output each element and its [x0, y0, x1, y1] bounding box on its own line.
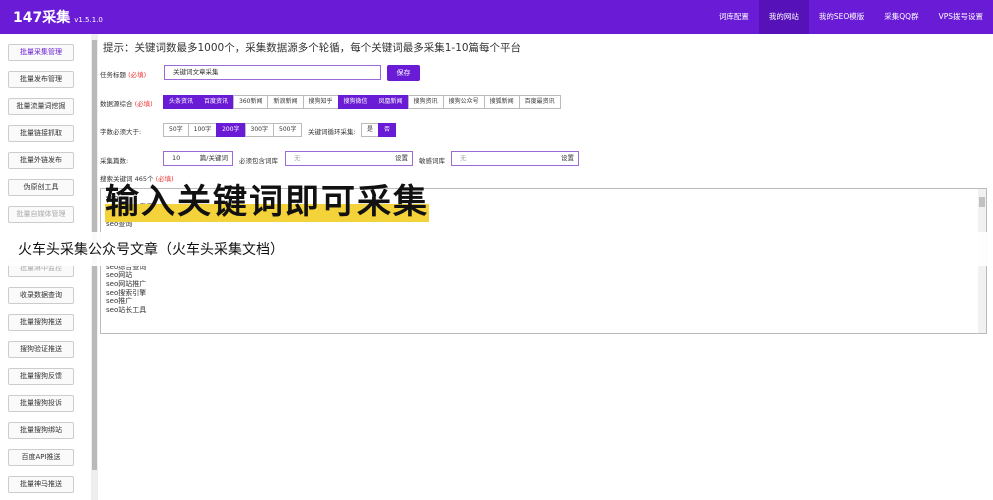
source-label: 数据源综合 (必填) — [100, 98, 153, 108]
keyword-line: seo网站 — [106, 271, 133, 280]
sidebar-item-shenma-push[interactable]: 批量神马推送 — [8, 476, 74, 493]
nav-my-sites[interactable]: 我的网站 — [758, 0, 809, 34]
must-include-set-button[interactable]: 设置 — [395, 152, 408, 165]
keyword-line: seo搜索引擎 — [106, 288, 147, 297]
source-label-text: 数据源综合 — [100, 100, 133, 108]
tip-text: 提示：关键词数最多1000个，采集数据源多个轮循，每个关键词最多采集1-10篇每… — [103, 42, 522, 54]
task-title-input[interactable]: 关键词文章采集 — [164, 65, 381, 80]
must-include-label: 必须包含词库 — [239, 157, 278, 165]
sidebar-item-sogou-verify-push[interactable]: 搜狗验证推送 — [8, 341, 74, 358]
keyword-loop-label: 关键词循环采集: — [308, 128, 356, 136]
nav-seo-templates[interactable]: 我的SEO模版 — [809, 0, 874, 34]
sidebar-item-backlink-publish[interactable]: 批量外链发布 — [8, 152, 74, 169]
sidebar-item-link-fetch[interactable]: 批量链接抓取 — [8, 125, 74, 142]
word-count-chip[interactable]: 300字 — [244, 123, 274, 137]
count-input[interactable]: 10 篇/关键词 — [163, 151, 233, 166]
required-mark: (必填) — [134, 100, 153, 108]
sidebar-item-index-query[interactable]: 收录数据查询 — [8, 287, 74, 304]
keyword-loop-chip[interactable]: 否 — [378, 123, 397, 137]
word-count-chip[interactable]: 50字 — [163, 123, 189, 137]
count-label: 采集篇数: — [100, 157, 129, 165]
sidebar: 批量采集管理 批量发布管理 批量流量词挖掘 批量链接抓取 批量外链发布 伪原创工… — [0, 34, 90, 500]
brand-logo: 147采集 v1.5.1.0 — [13, 7, 103, 27]
must-include-placeholder: 无 — [294, 154, 301, 162]
task-title-label-text: 任务标题 — [100, 71, 126, 79]
nav-vps-settings[interactable]: VPS拨号设置 — [929, 0, 993, 34]
source-chip[interactable]: 搜狐新闻 — [483, 95, 520, 109]
sidebar-item-publish-manage[interactable]: 批量发布管理 — [8, 71, 74, 88]
promo-banner-text: 输入关键词即可采集 — [105, 182, 429, 222]
brand-name: 147采集 — [13, 10, 71, 26]
word-count-chip[interactable]: 100字 — [187, 123, 218, 137]
save-button[interactable]: 保存 — [387, 65, 420, 81]
sidebar-item-baidu-api-push[interactable]: 百度API推送 — [8, 449, 74, 466]
top-nav: 词库配置 我的网站 我的SEO模版 采集QQ群 VPS拨号设置 — [709, 0, 993, 34]
caption-text: 火车头采集公众号文章（火车头采集文档） — [18, 242, 284, 258]
brand-version: v1.5.1.0 — [74, 16, 103, 24]
sidebar-item-sogou-push[interactable]: 批量搜狗推送 — [8, 314, 74, 331]
keyword-line: seo网站推广 — [106, 279, 147, 288]
sensitive-placeholder: 无 — [460, 154, 467, 162]
task-title-label: 任务标题 (必填) — [100, 69, 146, 79]
sensitive-set-button[interactable]: 设置 — [561, 152, 574, 165]
sidebar-item-pseudo-original[interactable]: 伪原创工具 — [8, 179, 74, 196]
keyword-line: seo推广 — [106, 297, 133, 306]
required-mark: (必填) — [128, 71, 147, 79]
top-bar: 147采集 v1.5.1.0 词库配置 我的网站 我的SEO模版 采集QQ群 V… — [0, 0, 993, 34]
must-include-input[interactable]: 无 设置 — [285, 151, 413, 166]
count-value: 10 — [172, 154, 181, 162]
source-chip[interactable]: 凤凰新闻 — [372, 95, 409, 109]
word-count-chip[interactable]: 200字 — [216, 123, 246, 137]
nav-lexicon-config[interactable]: 词库配置 — [709, 0, 759, 34]
source-chip[interactable]: 新浪新闻 — [267, 95, 304, 109]
count-unit: 篇/关键词 — [199, 154, 228, 162]
textarea-scroll-thumb[interactable] — [979, 197, 985, 207]
source-chip[interactable]: 搜狗微信 — [337, 95, 374, 109]
keyword-line: seo站长工具 — [106, 305, 147, 314]
sidebar-item-sogou-complaint[interactable]: 批量搜狗投诉 — [8, 395, 74, 412]
page-scrollbar[interactable] — [91, 34, 98, 500]
word-count-chip[interactable]: 500字 — [273, 123, 303, 137]
promo-banner: 输入关键词即可采集 — [105, 174, 429, 223]
sidebar-item-media-manage[interactable]: 批量自媒体管理 — [8, 206, 74, 223]
keyword-loop-chips: 是否 — [361, 123, 397, 137]
word-count-chips: 50字 100字 200字 300字 500字 — [163, 123, 303, 137]
source-chips: 头条资讯 百度资讯 360新闻 新浪新闻 搜狗知乎 搜狗微信 凤凰新闻 搜狗资讯 搜狗公众号 搜狐… — [163, 95, 561, 109]
sidebar-item-traffic-words[interactable]: 批量流量词挖掘 — [8, 98, 74, 115]
sidebar-item-sogou-bind[interactable]: 批量搜狗绑站 — [8, 422, 74, 439]
sensitive-input[interactable]: 无 设置 — [451, 151, 579, 166]
source-chip[interactable]: 搜狗公众号 — [442, 95, 485, 109]
caption-overlay: 火车头采集公众号文章（火车头采集文档） — [0, 232, 993, 266]
word-count-label: 字数必须大于: — [100, 128, 142, 136]
source-chip[interactable]: 头条资讯 — [163, 95, 200, 109]
source-chip[interactable]: 搜狗资讯 — [407, 95, 444, 109]
source-chip[interactable]: 百度最资讯 — [518, 95, 561, 109]
source-chip[interactable]: 360新闻 — [233, 95, 269, 109]
sidebar-item-sogou-feedback[interactable]: 批量搜狗反馈 — [8, 368, 74, 385]
source-chip[interactable]: 百度资讯 — [198, 95, 235, 109]
source-chip[interactable]: 搜狗知乎 — [302, 95, 339, 109]
sensitive-label: 敏感词库 — [419, 157, 445, 165]
main-panel: 提示：关键词数最多1000个，采集数据源多个轮循，每个关键词最多采集1-10篇每… — [100, 34, 993, 500]
sidebar-item-collect-manage[interactable]: 批量采集管理 — [8, 44, 74, 61]
keyword-loop-chip[interactable]: 是 — [361, 123, 380, 137]
nav-qq-group[interactable]: 采集QQ群 — [874, 0, 928, 34]
